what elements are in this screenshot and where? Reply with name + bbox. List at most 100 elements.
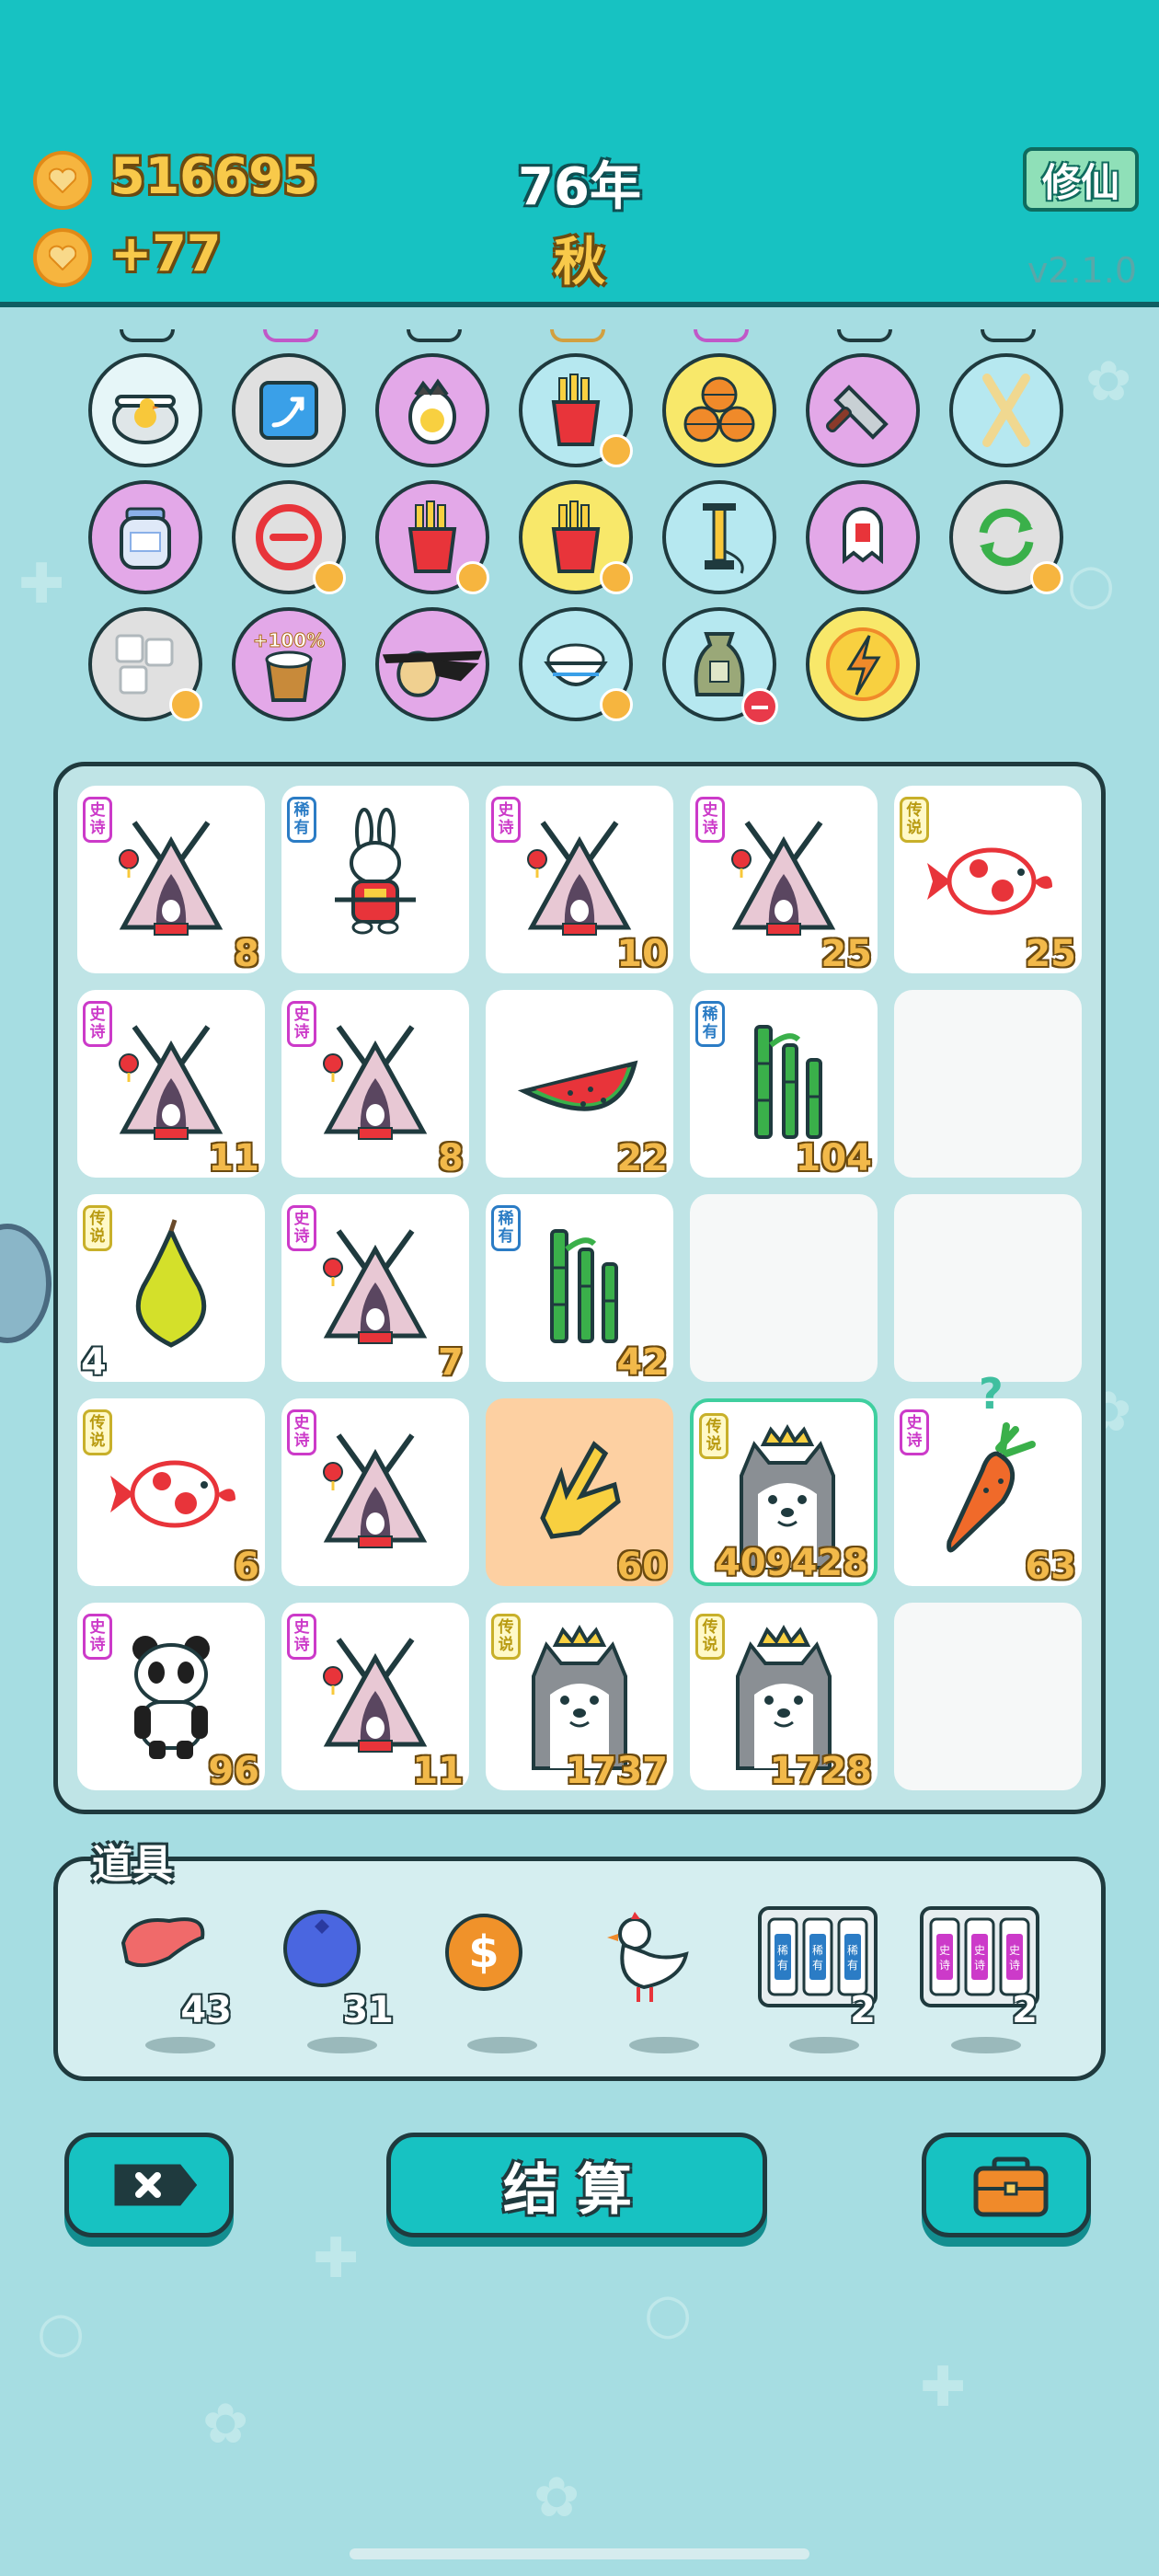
close-button[interactable] — [64, 2133, 234, 2237]
item-lightning[interactable] — [806, 607, 920, 721]
grid-cell-husky[interactable]: 传说 1728 — [690, 1603, 878, 1792]
background-cross-deco: ✚ — [313, 2226, 360, 2291]
rarity-tag: 稀有 — [287, 797, 316, 843]
grid-cell-tent[interactable]: 史诗 7 — [281, 1194, 469, 1384]
cell-count: 11 — [412, 1750, 464, 1792]
grid-cell-empty[interactable] — [894, 990, 1082, 1178]
tool-dollar-coin[interactable]: $ — [432, 1906, 561, 2053]
rabbit-icon — [335, 808, 416, 935]
tool-rare-cards[interactable]: 稀有稀有稀有2 — [754, 1906, 883, 2053]
cell-count: 60 — [616, 1546, 668, 1588]
item-ghost-card[interactable] — [806, 480, 920, 594]
rarity-tag: 史诗 — [695, 797, 725, 843]
year-label: 76年 — [518, 157, 641, 217]
svg-text:$: $ — [468, 1926, 499, 1978]
grid-cell-tent[interactable]: 史诗 8 — [77, 786, 265, 975]
item-pump[interactable] — [662, 480, 776, 594]
fries-icon — [407, 500, 457, 573]
pirate-egg-icon — [382, 650, 483, 697]
tent-icon — [119, 821, 224, 936]
coin-total: 516695 — [110, 147, 318, 205]
question-mark-icon: ? — [979, 1369, 1004, 1419]
rarity-tag: 传说 — [699, 1413, 729, 1459]
grid-cell-empty[interactable] — [894, 1194, 1082, 1382]
item-refresh[interactable] — [949, 480, 1063, 594]
crossed-sticks-icon — [982, 374, 1030, 447]
watermelon-icon — [517, 1060, 638, 1111]
rarity-tag: 传说 — [83, 1409, 112, 1455]
grid-cell-hand[interactable]: 60 — [486, 1398, 673, 1588]
tool-liver[interactable]: 43 — [110, 1906, 239, 2053]
grid-cell-rabbit[interactable]: 稀有 — [281, 786, 469, 973]
grid-cell-bamboo[interactable]: 稀有 104 — [690, 990, 878, 1179]
item-egg[interactable] — [375, 353, 489, 467]
bag-button[interactable] — [922, 2133, 1091, 2237]
rarity-tag: 史诗 — [83, 1614, 112, 1660]
grid-cell-tent[interactable]: 史诗 10 — [486, 786, 673, 975]
grid-cell-tent[interactable]: 史诗 — [281, 1398, 469, 1586]
dollar-coin-icon: $ — [436, 1906, 537, 2002]
scrolled-item-edge — [263, 329, 318, 342]
tent-icon — [731, 821, 836, 936]
pump-icon — [703, 503, 744, 574]
grid-cell-tent[interactable]: 史诗 11 — [281, 1603, 469, 1792]
item-level-up-card[interactable] — [232, 353, 346, 467]
income-coin-icon — [33, 228, 92, 287]
svg-text:稀: 稀 — [777, 1944, 788, 1957]
grid-cell-bamboo[interactable]: 稀有 42 — [486, 1194, 673, 1384]
item-fries[interactable] — [519, 480, 633, 594]
grid-cell-tent[interactable]: 史诗 8 — [281, 990, 469, 1179]
item-remove[interactable] — [232, 480, 346, 594]
grid-cell-koi[interactable]: 传说 6 — [77, 1398, 265, 1588]
tool-shadow — [467, 2037, 537, 2053]
item-basketballs[interactable] — [662, 353, 776, 467]
grid-cell-pear[interactable]: 传说 4 — [77, 1194, 265, 1384]
item-cleaver[interactable] — [806, 353, 920, 467]
fries-icon — [551, 500, 601, 573]
side-drawer-handle[interactable] — [0, 1224, 52, 1343]
item-bucket-plus-100[interactable]: +100% — [232, 607, 346, 721]
grid-cell-empty[interactable] — [894, 1603, 1082, 1790]
svg-text:史: 史 — [1009, 1944, 1020, 1957]
grid-cell-empty[interactable] — [690, 1194, 878, 1382]
tool-white-bird[interactable] — [594, 1906, 723, 2053]
item-fries[interactable] — [375, 480, 489, 594]
background-flower-deco: ✿ — [1085, 350, 1132, 414]
grid-cell-panda[interactable]: 史诗 96 — [77, 1603, 265, 1792]
cell-count: 10 — [616, 933, 668, 975]
cell-count: 63 — [1025, 1546, 1076, 1588]
home-indicator[interactable] — [350, 2548, 809, 2559]
grid-cell-koi[interactable]: 传说 25 — [894, 786, 1082, 975]
tent-icon — [323, 1025, 428, 1140]
grid-cell-husky[interactable]: 传说 409428 — [690, 1398, 878, 1586]
grid-cell-tent[interactable]: 史诗 11 — [77, 990, 265, 1179]
grid-cell-husky[interactable]: 传说 1737 — [486, 1603, 673, 1792]
background-cross-deco: ✚ — [18, 552, 65, 616]
heart-badge-icon — [600, 561, 633, 594]
bucket-plus-100-icon: +100% — [252, 629, 326, 702]
tool-shadow — [145, 2037, 215, 2053]
item-duck-pot[interactable] — [88, 353, 202, 467]
fries-icon — [551, 374, 601, 446]
svg-text:史: 史 — [939, 1944, 950, 1957]
settle-button[interactable]: 结算 — [386, 2133, 767, 2237]
heart-badge-icon — [600, 688, 633, 721]
tool-epic-cards[interactable]: 史诗史诗史诗2 — [916, 1906, 1045, 2053]
item-honey-jar[interactable] — [88, 480, 202, 594]
item-sack[interactable] — [662, 607, 778, 725]
xiuxian-mode-button[interactable]: 修仙 — [1023, 147, 1139, 212]
koi-icon — [110, 1460, 235, 1528]
item-crossed-sticks[interactable] — [949, 353, 1063, 467]
item-pirate-egg[interactable] — [375, 607, 489, 721]
grid-cell-carrot[interactable]: 史诗? 63 — [894, 1369, 1082, 1588]
cell-count: 4 — [81, 1341, 107, 1384]
item-rice-bowl[interactable] — [519, 607, 633, 721]
tool-blueberry[interactable]: 31 — [272, 1906, 401, 2053]
grid-cell-tent[interactable]: 史诗 25 — [690, 786, 878, 975]
item-fries[interactable] — [519, 353, 633, 467]
item-sugar-cubes[interactable] — [88, 607, 202, 721]
rarity-tag: 传说 — [900, 797, 929, 843]
scrolled-item-edge — [407, 329, 462, 342]
grid-cell-watermelon[interactable]: 22 — [486, 990, 673, 1179]
background-circle-deco: ○ — [1067, 552, 1116, 616]
